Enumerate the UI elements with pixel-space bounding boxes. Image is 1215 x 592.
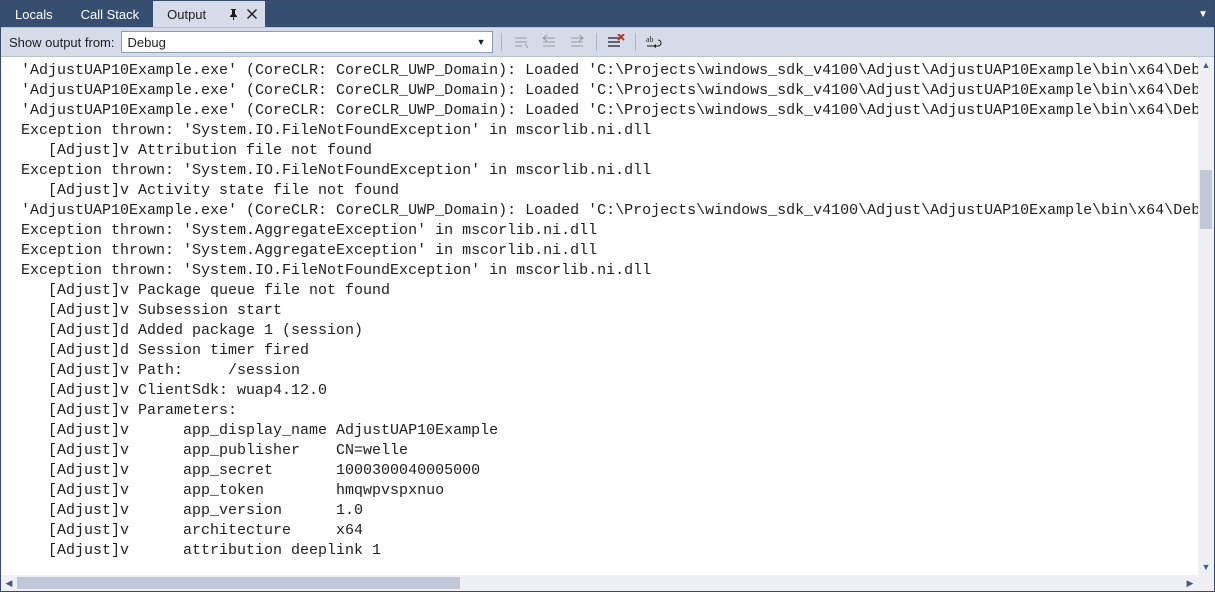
output-source-selected: Debug [128, 35, 166, 50]
toolbar-separator [596, 33, 597, 51]
tab-output[interactable]: Output [153, 1, 220, 27]
toggle-word-wrap-button[interactable]: ab [644, 31, 666, 53]
previous-message-button [538, 31, 560, 53]
output-source-select[interactable]: Debug ▼ [121, 31, 493, 53]
clear-all-button[interactable] [605, 31, 627, 53]
vertical-scroll-track[interactable] [1198, 73, 1214, 559]
pin-icon[interactable] [228, 9, 239, 20]
output-toolbar: Show output from: Debug ▼ ab [1, 27, 1214, 57]
tab-call-stack[interactable]: Call Stack [67, 1, 154, 27]
toolbar-separator [635, 33, 636, 51]
close-icon[interactable] [247, 9, 257, 19]
horizontal-scroll-thumb[interactable] [17, 577, 460, 589]
find-message-button [510, 31, 532, 53]
horizontal-scrollbar[interactable]: ◀ ▶ [1, 575, 1198, 591]
panel-tabstrip: Locals Call Stack Output ▼ [1, 1, 1214, 27]
svg-text:ab: ab [646, 35, 654, 44]
scroll-right-arrow-icon[interactable]: ▶ [1182, 575, 1198, 591]
output-panel: Locals Call Stack Output ▼ Show output f… [0, 0, 1215, 592]
show-output-from-label: Show output from: [9, 35, 115, 50]
horizontal-scroll-track[interactable] [17, 575, 1182, 591]
scroll-left-arrow-icon[interactable]: ◀ [1, 575, 17, 591]
scrollbar-corner [1198, 575, 1214, 591]
chevron-down-icon: ▼ [477, 37, 486, 47]
output-text[interactable]: 'AdjustUAP10Example.exe' (CoreCLR: CoreC… [1, 57, 1198, 565]
next-message-button [566, 31, 588, 53]
scroll-up-arrow-icon[interactable]: ▲ [1198, 57, 1214, 73]
tab-output-buttons [220, 1, 265, 27]
toolbar-separator [501, 33, 502, 51]
output-viewport[interactable]: 'AdjustUAP10Example.exe' (CoreCLR: CoreC… [1, 57, 1198, 575]
vertical-scrollbar[interactable]: ▲ ▼ [1198, 57, 1214, 575]
window-position-dropdown[interactable]: ▼ [1192, 1, 1214, 27]
tab-locals[interactable]: Locals [1, 1, 67, 27]
vertical-scroll-thumb[interactable] [1200, 170, 1212, 228]
scroll-down-arrow-icon[interactable]: ▼ [1198, 559, 1214, 575]
output-area: 'AdjustUAP10Example.exe' (CoreCLR: CoreC… [1, 57, 1214, 591]
